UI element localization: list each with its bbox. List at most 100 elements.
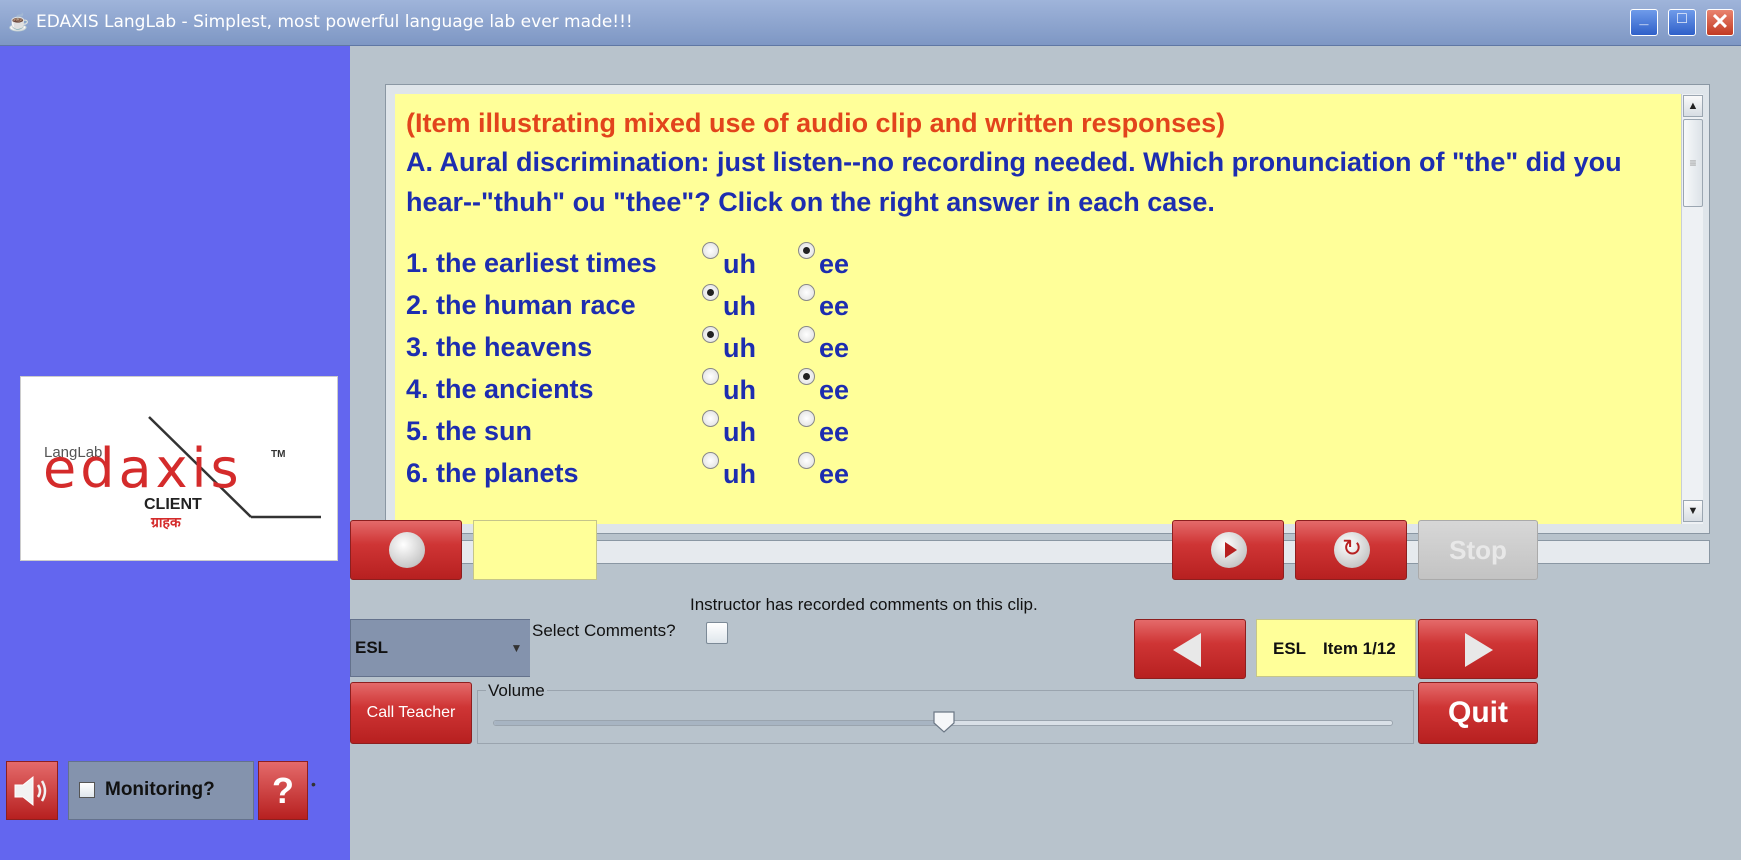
question-row: 1. the earliest times uh ee (406, 242, 1681, 284)
record-button[interactable] (350, 520, 462, 580)
question-row: 3. the heavens uh ee (406, 326, 1681, 368)
answer-option-ee[interactable]: ee (798, 452, 849, 495)
speaker-icon (14, 775, 47, 807)
replay-button[interactable] (1295, 520, 1407, 580)
question-label: 2. the human race (406, 290, 636, 320)
previous-item-button[interactable] (1134, 619, 1246, 679)
quit-button[interactable]: Quit (1418, 682, 1538, 744)
logo-brand-text: edaxis (43, 437, 243, 500)
window-title: EDAXIS LangLab - Simplest, most powerful… (36, 12, 633, 32)
main-area: (Item illustrating mixed use of audio cl… (350, 46, 1741, 860)
question-label: 5. the sun (406, 416, 533, 446)
answer-option-uh[interactable]: uh (702, 326, 756, 369)
item-indicator: ESL Item 1/12 (1256, 619, 1416, 677)
radio-button[interactable] (702, 242, 719, 259)
answer-option-ee[interactable]: ee (798, 284, 849, 327)
title-bar: ☕ EDAXIS LangLab - Simplest, most powerf… (0, 0, 1741, 46)
answer-option-label: uh (723, 291, 756, 321)
record-icon (389, 532, 425, 568)
answer-option-ee[interactable]: ee (798, 410, 849, 453)
answer-option-label: uh (723, 459, 756, 489)
item-instructions: A. Aural discrimination: just listen--no… (406, 147, 1622, 217)
speaker-button[interactable] (6, 761, 58, 820)
question-row: 5. the sun uh ee (406, 410, 1681, 452)
radio-button[interactable] (702, 368, 719, 385)
scroll-up-icon[interactable]: ▲ (1683, 95, 1703, 117)
close-button[interactable]: ✕ (1706, 9, 1734, 36)
radio-button[interactable] (702, 410, 719, 427)
answer-option-label: uh (723, 249, 756, 279)
answer-option-ee[interactable]: ee (798, 242, 849, 285)
answer-option-uh[interactable]: uh (702, 284, 756, 327)
next-item-button[interactable] (1418, 619, 1538, 679)
item-course: ESL (1273, 639, 1307, 658)
answer-option-label: ee (819, 417, 850, 447)
question-list: 1. the earliest times uh ee 2. the human ra… (406, 242, 1681, 494)
chevron-down-icon[interactable]: ▼ (503, 620, 530, 676)
instructor-note: Instructor has recorded comments on this… (690, 595, 1038, 614)
scroll-down-icon[interactable]: ▼ (1683, 500, 1703, 522)
logo-client-text: CLIENT (144, 496, 202, 513)
answer-option-label: ee (819, 333, 850, 363)
volume-slider[interactable] (493, 711, 1393, 733)
question-label: 3. the heavens (406, 332, 593, 362)
item-counter: Item 1/12 (1323, 639, 1396, 658)
java-cup-icon: ☕ (8, 13, 30, 32)
answer-option-label: ee (819, 459, 850, 489)
monitoring-toggle[interactable]: Monitoring? (68, 761, 254, 820)
maximize-button[interactable]: □ (1668, 9, 1696, 36)
answer-option-uh[interactable]: uh (702, 368, 756, 411)
edaxis-logo: LangLab edaxis TM CLIENT ग्राहक (20, 376, 338, 561)
arrow-right-icon (1465, 633, 1493, 667)
answer-option-label: ee (819, 375, 850, 405)
help-divider: • (311, 776, 316, 792)
question-label: 1. the earliest times (406, 248, 657, 278)
select-comments-checkbox[interactable] (706, 622, 728, 644)
edaxis-logo-graphic: LangLab edaxis TM CLIENT ग्राहक (43, 416, 321, 531)
answer-option-uh[interactable]: uh (702, 242, 756, 285)
play-icon (1211, 532, 1247, 568)
radio-button[interactable] (798, 284, 815, 301)
answer-option-uh[interactable]: uh (702, 410, 756, 453)
minimize-button[interactable]: _ (1630, 9, 1658, 36)
radio-button[interactable] (798, 242, 815, 259)
volume-label: Volume (486, 681, 547, 701)
answer-option-ee[interactable]: ee (798, 368, 849, 411)
select-comments-label: Select Comments? (532, 621, 676, 640)
play-button[interactable] (1172, 520, 1284, 580)
answer-option-label: uh (723, 417, 756, 447)
monitoring-label: Monitoring? (105, 779, 215, 800)
radio-button[interactable] (798, 368, 815, 385)
radio-button[interactable] (798, 410, 815, 427)
question-label: 6. the planets (406, 458, 579, 488)
radio-button[interactable] (798, 452, 815, 469)
monitoring-checkbox[interactable] (79, 782, 95, 798)
radio-button[interactable] (702, 326, 719, 343)
radio-button[interactable] (702, 284, 719, 301)
volume-slider-thumb[interactable] (933, 711, 955, 733)
stop-button[interactable]: Stop (1418, 520, 1538, 580)
answer-option-label: ee (819, 249, 850, 279)
logo-client-hindi-text: ग्राहक (150, 515, 182, 531)
vertical-scrollbar[interactable]: ▲ ≡ ▼ (1681, 94, 1703, 524)
recording-indicator (473, 520, 597, 580)
course-select[interactable]: ESL ▼ (350, 619, 530, 677)
scroll-thumb[interactable]: ≡ (1683, 119, 1703, 207)
help-button[interactable]: ? (258, 761, 308, 820)
radio-button[interactable] (702, 452, 719, 469)
sidebar: LangLab edaxis TM CLIENT ग्राहक Monitori… (0, 46, 350, 860)
volume-fill (494, 721, 944, 725)
volume-group: Volume (477, 681, 1414, 744)
answer-option-ee[interactable]: ee (798, 326, 849, 369)
item-content: (Item illustrating mixed use of audio cl… (395, 94, 1681, 524)
question-row: 4. the ancients uh ee (406, 368, 1681, 410)
call-teacher-button[interactable]: Call Teacher (350, 682, 472, 744)
answer-option-label: uh (723, 375, 756, 405)
answer-option-uh[interactable]: uh (702, 452, 756, 495)
arrow-left-icon (1173, 633, 1201, 667)
item-content-frame: (Item illustrating mixed use of audio cl… (385, 84, 1710, 534)
item-heading: (Item illustrating mixed use of audio cl… (406, 108, 1226, 138)
minimize-icon: _ (1639, 10, 1649, 27)
close-icon: ✕ (1710, 9, 1730, 34)
radio-button[interactable] (798, 326, 815, 343)
